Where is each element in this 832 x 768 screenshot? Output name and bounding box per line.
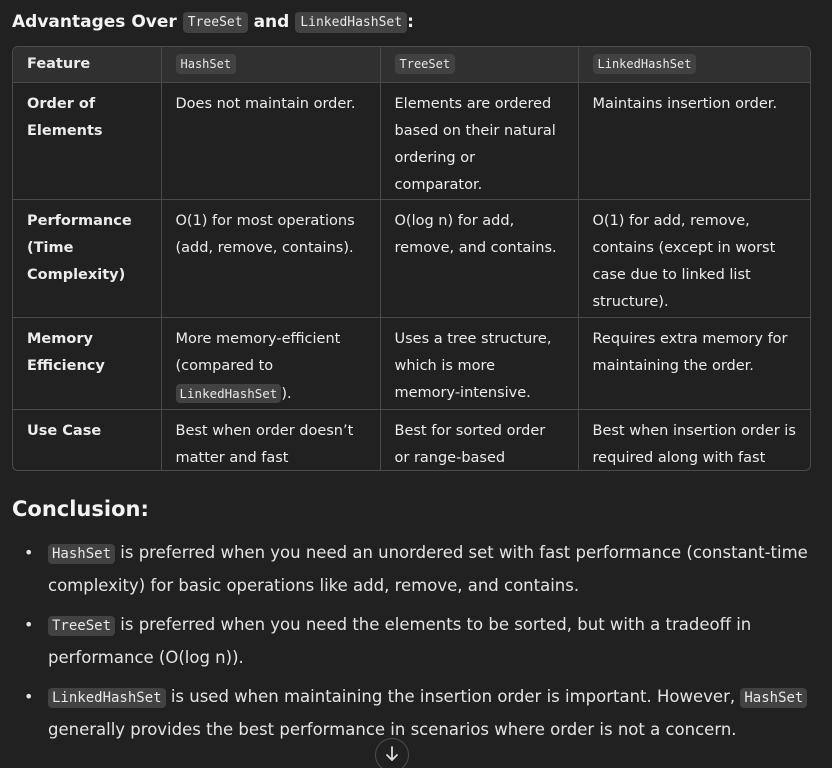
bullet-text: is preferred when you need an unordered … xyxy=(48,543,808,595)
cell-hashset: Best when order doesn’t matter and fast … xyxy=(160,409,380,470)
cell-hashset: More memory-efficient (compared to Linke… xyxy=(160,317,380,410)
heading-code-treeset: TreeSet xyxy=(182,11,248,33)
cell-hashset: Does not maintain order. xyxy=(160,82,380,200)
header-hashset: HashSet xyxy=(160,47,380,83)
cell-treeset: Best for sorted order or range-based ope… xyxy=(379,409,578,470)
table-row: Memory Efficiency More memory-efficient … xyxy=(13,317,810,410)
cell-feature: Order of Elements xyxy=(13,82,161,200)
bullet-code: HashSet xyxy=(48,544,116,564)
bullet-dot-icon: • xyxy=(24,543,34,562)
heading-prefix: Advantages Over xyxy=(12,12,177,32)
header-feature: Feature xyxy=(13,47,161,83)
list-item: • LinkedHashSet is used when maintaining… xyxy=(24,681,808,745)
cell-hashset-text: More memory-efficient (compared to xyxy=(175,330,341,374)
cell-linkedhashset: O(1) for add, remove, contains (except i… xyxy=(577,199,810,318)
heading-suffix: : xyxy=(407,12,414,32)
table-row: Order of Elements Does not maintain orde… xyxy=(13,82,810,200)
comparison-table-container[interactable]: Feature HashSet TreeSet LinkedHashSet Or… xyxy=(12,46,811,471)
conclusion-heading: Conclusion: xyxy=(12,497,149,521)
cell-treeset: O(log n) for add, remove, and contains. xyxy=(379,199,578,318)
cell-feature: Memory Efficiency xyxy=(13,317,161,410)
cell-hashset-code: LinkedHashSet xyxy=(175,383,282,403)
bullet-code: LinkedHashSet xyxy=(48,688,166,708)
header-linkedhashset-code: LinkedHashSet xyxy=(592,54,697,74)
cell-linkedhashset: Requires extra memory for maintaining th… xyxy=(577,317,810,410)
bullet-code: TreeSet xyxy=(48,616,116,636)
chat-response: Advantages Over TreeSet and LinkedHashSe… xyxy=(0,0,832,768)
scroll-to-bottom-button[interactable] xyxy=(375,738,409,768)
header-linkedhashset: LinkedHashSet xyxy=(577,47,810,83)
header-treeset-code: TreeSet xyxy=(394,54,456,74)
header-hashset-code: HashSet xyxy=(175,54,237,74)
cell-feature: Use Case xyxy=(27,422,102,439)
cell-linkedhashset: Best when insertion order is required al… xyxy=(577,409,810,470)
cell-linkedhashset: Maintains insertion order. xyxy=(577,82,810,200)
header-treeset: TreeSet xyxy=(379,47,578,83)
cell-treeset: Elements are ordered based on their natu… xyxy=(379,82,578,200)
list-item: • TreeSet is preferred when you need the… xyxy=(24,609,808,673)
bullet-dot-icon: • xyxy=(24,615,34,634)
comparison-table: Feature HashSet TreeSet LinkedHashSet Or… xyxy=(13,47,810,470)
heading-middle: and xyxy=(253,12,290,32)
bullet-text: is preferred when you need the elements … xyxy=(48,615,752,667)
table-row: Use Case Best when order doesn’t matter … xyxy=(13,409,810,470)
heading-code-linkedhashset: LinkedHashSet xyxy=(295,11,408,33)
bullet-text: is used when maintaining the insertion o… xyxy=(170,687,736,706)
bullet-code-secondary: HashSet xyxy=(740,688,808,708)
list-item: • HashSet is preferred when you need an … xyxy=(24,537,808,601)
cell-feature: Performance (Time Complexity) xyxy=(13,199,161,318)
bullet-text-end: generally provides the best performance … xyxy=(48,720,737,739)
table-header-row: Feature HashSet TreeSet LinkedHashSet xyxy=(13,47,810,83)
table-row: Performance (Time Complexity) O(1) for m… xyxy=(13,199,810,318)
section-heading: Advantages Over TreeSet and LinkedHashSe… xyxy=(12,8,414,36)
cell-hashset: O(1) for most operations (add, remove, c… xyxy=(160,199,380,318)
cell-hashset-post: ). xyxy=(281,385,292,402)
bullet-dot-icon: • xyxy=(24,687,34,706)
cell-treeset: Uses a tree structure, which is more mem… xyxy=(379,317,578,410)
arrow-down-icon xyxy=(386,746,398,761)
